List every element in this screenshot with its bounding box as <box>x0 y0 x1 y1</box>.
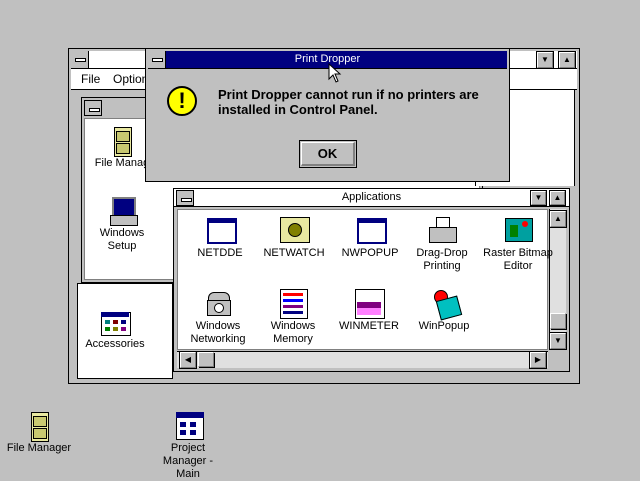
vscroll-thumb[interactable] <box>550 313 566 329</box>
main-icon-label-line2: Setup <box>107 240 137 252</box>
scroll-down-button[interactable]: ▼ <box>549 332 567 350</box>
app-icon-label-line2: Editor <box>503 260 533 272</box>
popup-window-icon <box>354 215 387 247</box>
scroll-right-button[interactable]: ▶ <box>529 351 547 369</box>
file-cabinet-icon <box>106 125 138 157</box>
app-icon-label-line2: Memory <box>273 333 313 345</box>
dialog-message-line2: installed in Control Panel. <box>218 102 378 117</box>
app-icon-label: Raster Bitmap <box>483 247 553 259</box>
menu-options[interactable]: Option <box>113 71 148 87</box>
computer-setup-icon <box>106 195 138 227</box>
network-watch-icon <box>278 215 310 247</box>
applications-minimize-button[interactable]: ▼ <box>530 190 547 206</box>
app-icon-drag-drop-printing[interactable]: Drag-Drop Printing <box>400 215 484 273</box>
accessories-group-icon[interactable]: Accessories <box>73 310 157 351</box>
scroll-corner <box>549 351 566 368</box>
winpopup-icon <box>428 288 463 321</box>
printer-icon <box>426 215 458 247</box>
main-group-system-menu-icon[interactable] <box>84 100 102 116</box>
menu-file[interactable]: File <box>81 71 100 87</box>
main-icon-windows-setup[interactable]: Windows Setup <box>80 195 164 253</box>
accessories-label: Accessories <box>85 338 145 350</box>
desktop-icon-label-line3: Main <box>176 468 200 480</box>
app-icon-label-line2: Printing <box>423 260 461 272</box>
mouse-cursor-icon <box>328 62 342 86</box>
applications-maximize-button[interactable]: ▲ <box>549 190 566 206</box>
app-icon-label: WinPopup <box>418 320 470 332</box>
desktop-icon-label: Project <box>170 442 206 454</box>
app-icon-netwatch[interactable]: NETWATCH <box>252 215 336 260</box>
desktop-icon-file-manager[interactable]: File Manager <box>0 410 78 455</box>
dialog-system-menu-icon[interactable] <box>148 51 166 68</box>
group-icon <box>99 310 131 338</box>
app-icon-label: WINMETER <box>339 320 399 332</box>
ok-button-label: OK <box>301 142 355 166</box>
applications-titlebar[interactable]: Applications <box>174 189 569 207</box>
app-icon-raster-bitmap-editor[interactable]: Raster Bitmap Editor <box>476 215 560 273</box>
scroll-left-button[interactable]: ◀ <box>179 351 197 369</box>
ok-button[interactable]: OK <box>299 140 357 168</box>
dialog-message-line1: Print Dropper cannot run if no printers … <box>218 87 479 102</box>
minimize-button[interactable]: ▼ <box>536 51 554 69</box>
app-icon-windows-networking[interactable]: Windows Networking <box>176 288 260 346</box>
app-icon-label: NETWATCH <box>263 247 325 259</box>
main-icon-label: Windows <box>99 227 145 239</box>
hscroll-thumb[interactable] <box>198 352 214 367</box>
app-icon-label: Windows <box>195 320 241 332</box>
exclamation-icon: ! <box>167 86 197 116</box>
file-cabinet-icon <box>23 410 55 442</box>
app-icon-winpopup[interactable]: WinPopup <box>402 288 486 333</box>
bitmap-editor-icon <box>502 215 534 247</box>
memory-icon <box>277 288 309 320</box>
program-group-icon <box>172 410 204 442</box>
window-icon <box>204 215 237 247</box>
telephone-icon <box>202 288 234 320</box>
app-icon-winmeter[interactable]: WINMETER <box>327 288 411 333</box>
maximize-button[interactable]: ▲ <box>558 51 576 69</box>
program-manager-system-menu-icon[interactable] <box>71 51 89 68</box>
dialog-message: Print Dropper cannot run if no printers … <box>218 87 479 117</box>
app-icon-label: NETDDE <box>197 247 243 259</box>
app-icon-windows-memory[interactable]: Windows Memory <box>251 288 335 346</box>
app-icon-label: Drag-Drop <box>416 247 468 259</box>
app-icon-label-line2: Networking <box>190 333 246 345</box>
app-icon-netdde[interactable]: NETDDE <box>178 215 262 260</box>
applications-hscrollbar[interactable] <box>177 351 548 368</box>
applications-system-menu-icon[interactable] <box>176 190 194 206</box>
desktop-icon-label-line2: Manager - <box>162 455 214 467</box>
desktop-icon-label: File Manager <box>6 442 72 454</box>
app-icon-label: Windows <box>270 320 316 332</box>
meter-chart-icon <box>353 288 385 320</box>
desktop-icon-project-manager-main[interactable]: Project Manager - Main <box>146 410 230 481</box>
